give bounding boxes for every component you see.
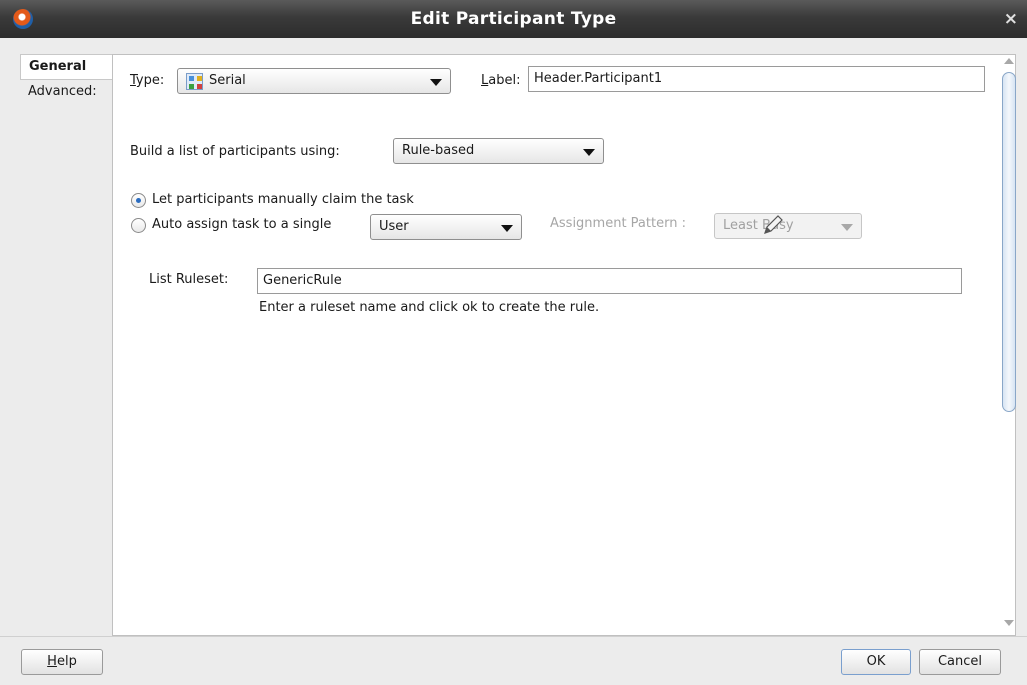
type-dropdown[interactable]: Serial bbox=[177, 68, 451, 94]
edit-pencil-icon[interactable] bbox=[761, 213, 785, 237]
close-icon[interactable]: × bbox=[1004, 9, 1018, 29]
serial-participant-icon bbox=[186, 73, 203, 90]
scroll-thumb[interactable] bbox=[1002, 72, 1016, 412]
help-button[interactable]: Help bbox=[21, 649, 103, 675]
chevron-down-icon bbox=[583, 149, 595, 156]
assignment-pattern-dropdown: Least Busy bbox=[714, 213, 862, 239]
chevron-down-icon bbox=[501, 225, 513, 232]
side-tab-list: General Advanced: bbox=[20, 54, 113, 106]
list-ruleset-label: List Ruleset: bbox=[149, 272, 229, 287]
build-list-dropdown-value: Rule-based bbox=[402, 143, 475, 158]
dialog-body: General Advanced: Type: Serial Label: He… bbox=[0, 38, 1027, 685]
build-list-dropdown[interactable]: Rule-based bbox=[393, 138, 604, 164]
title-bar: Edit Participant Type × bbox=[0, 0, 1027, 38]
label-field-label: Label: bbox=[481, 73, 521, 88]
tab-advanced[interactable]: Advanced: bbox=[20, 80, 112, 106]
chevron-down-icon bbox=[430, 79, 442, 86]
radio-manual-claim-label[interactable]: Let participants manually claim the task bbox=[152, 192, 414, 207]
type-dropdown-value: Serial bbox=[209, 73, 246, 88]
radio-manual-claim[interactable] bbox=[131, 193, 146, 208]
tab-general[interactable]: General bbox=[20, 54, 113, 80]
scroll-up-icon[interactable] bbox=[1004, 58, 1014, 64]
list-ruleset-input[interactable]: GenericRule bbox=[257, 268, 962, 294]
cancel-button[interactable]: Cancel bbox=[919, 649, 1001, 675]
assignment-pattern-label: Assignment Pattern : bbox=[550, 216, 686, 231]
label-input[interactable]: Header.Participant1 bbox=[528, 66, 985, 92]
footer-divider bbox=[0, 636, 1027, 637]
vertical-scrollbar[interactable] bbox=[1001, 56, 1017, 628]
window-title: Edit Participant Type bbox=[410, 9, 617, 29]
auto-assign-dropdown-value: User bbox=[379, 219, 409, 234]
type-label: Type: bbox=[130, 73, 165, 88]
radio-auto-assign[interactable] bbox=[131, 218, 146, 233]
radio-auto-assign-label[interactable]: Auto assign task to a single bbox=[152, 217, 331, 232]
ok-button[interactable]: OK bbox=[841, 649, 911, 675]
build-list-label: Build a list of participants using: bbox=[130, 144, 340, 159]
ruleset-hint: Enter a ruleset name and click ok to cre… bbox=[259, 300, 600, 315]
chevron-down-icon bbox=[841, 224, 853, 231]
scroll-down-icon[interactable] bbox=[1004, 620, 1014, 626]
auto-assign-dropdown[interactable]: User bbox=[370, 214, 522, 240]
